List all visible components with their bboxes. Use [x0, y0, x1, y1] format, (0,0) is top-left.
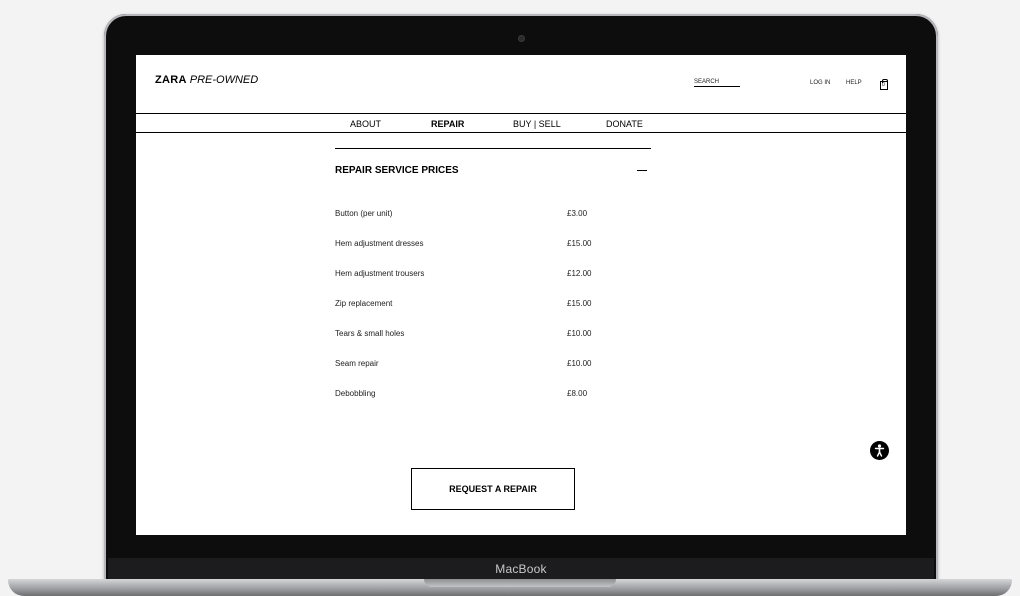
login-link[interactable]: LOG IN — [810, 80, 830, 86]
request-repair-button[interactable]: REQUEST A REPAIR — [411, 468, 575, 510]
logo-subtitle: PRE-OWNED — [189, 74, 259, 86]
service-price: £10.00 — [567, 329, 592, 338]
price-row: Zip replacement £15.00 — [335, 299, 635, 311]
search-input[interactable]: SEARCH — [694, 79, 740, 87]
price-row: Seam repair £10.00 — [335, 359, 635, 371]
service-name: Hem adjustment trousers — [335, 269, 425, 278]
service-name: Button (per unit) — [335, 209, 393, 218]
service-name: Seam repair — [335, 359, 379, 368]
logo-brand: ZARA — [155, 74, 187, 86]
shopping-bag-icon[interactable]: 0 — [880, 79, 888, 90]
accessibility-icon[interactable] — [870, 441, 889, 460]
price-row: Hem adjustment trousers £12.00 — [335, 269, 635, 281]
site-logo[interactable]: ZARA PRE-OWNED — [155, 74, 258, 86]
device-label: MacBook — [495, 562, 547, 576]
service-name: Hem adjustment dresses — [335, 239, 424, 248]
service-price: £3.00 — [567, 209, 588, 218]
section-title[interactable]: REPAIR SERVICE PRICES — [335, 165, 459, 176]
laptop-notch — [424, 579, 616, 587]
help-link[interactable]: HELP — [846, 80, 862, 86]
accessibility-figure — [874, 444, 885, 457]
service-price: £12.00 — [567, 269, 592, 278]
price-row: Button (per unit) £3.00 — [335, 209, 635, 221]
collapse-minus-icon[interactable] — [637, 170, 647, 171]
service-price: £10.00 — [567, 359, 592, 368]
bag-count: 0 — [882, 82, 885, 88]
price-row: Hem adjustment dresses £15.00 — [335, 239, 635, 251]
service-name: Tears & small holes — [335, 329, 405, 338]
service-price: £8.00 — [567, 389, 588, 398]
browser-screen: ZARA PRE-OWNED SEARCH LOG IN HELP 0 ABOUT… — [136, 55, 906, 535]
price-row: Tears & small holes £10.00 — [335, 329, 635, 341]
service-name: Debobbling — [335, 389, 376, 398]
service-name: Zip replacement — [335, 299, 393, 308]
nav-item-buy-sell[interactable]: BUY | SELL — [513, 119, 561, 129]
section-divider — [335, 148, 651, 149]
laptop-chin: MacBook — [108, 558, 934, 580]
nav-item-about[interactable]: ABOUT — [350, 119, 381, 129]
service-price: £15.00 — [567, 299, 592, 308]
service-price: £15.00 — [567, 239, 592, 248]
camera-icon — [518, 35, 525, 42]
nav-item-donate[interactable]: DONATE — [606, 119, 643, 129]
main-nav: ABOUT REPAIR BUY | SELL DONATE — [136, 113, 906, 133]
price-row: Debobbling £8.00 — [335, 389, 635, 401]
nav-item-repair[interactable]: REPAIR — [431, 119, 464, 129]
